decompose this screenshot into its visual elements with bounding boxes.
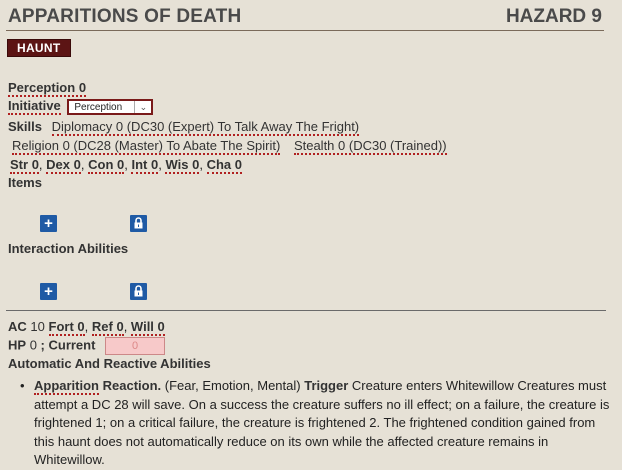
perception-row: Perception 0	[8, 80, 87, 97]
ability-dex-value: 0	[73, 157, 81, 172]
hp-row: HP 0 ; Current 0	[8, 337, 166, 355]
skill-religion[interactable]: Religion 0 (DC28 (Master) To Abate The S…	[12, 138, 281, 155]
ability-scores-row: Str 0, Dex 0, Con 0, Int 0, Wis 0, Cha 0	[10, 157, 242, 174]
ability-cha-label: Cha	[206, 157, 232, 172]
ability-str-label: Str	[10, 157, 29, 172]
perception-label[interactable]: Perception 0	[8, 80, 87, 97]
fort-value: 0	[77, 319, 85, 334]
plus-icon: +	[44, 215, 53, 232]
title-divider	[6, 30, 604, 31]
ability-wis[interactable]: Wis 0	[165, 157, 200, 174]
current-hp-label: ; Current	[40, 337, 96, 353]
ability-con-value: 0	[117, 157, 125, 172]
initiative-select[interactable]: Perception ⌄	[67, 98, 154, 115]
ability-type: Reaction.	[102, 378, 162, 393]
lock-icon	[134, 285, 143, 297]
initiative-label[interactable]: Initiative	[8, 98, 61, 115]
interaction-abilities-heading: Interaction Abilities	[8, 241, 129, 256]
ability-cha-value: 0	[234, 157, 242, 172]
lock-items-button[interactable]	[130, 215, 147, 232]
perception-value: 0	[78, 80, 87, 95]
skills-row-2: Religion 0 (DC28 (Master) To Abate The S…	[12, 138, 447, 155]
ability-str[interactable]: Str 0	[10, 157, 39, 174]
will-label: Will	[130, 319, 154, 334]
lock-interaction-abilities-button[interactable]	[130, 283, 147, 300]
initiative-row: Initiative Perception ⌄	[8, 98, 154, 115]
ability-int-value: 0	[151, 157, 159, 172]
save-will[interactable]: Will 0	[130, 319, 165, 336]
page-title: APPARITIONS OF DEATH	[8, 6, 242, 27]
skill-diplomacy[interactable]: Diplomacy 0 (DC30 (Expert) To Talk Away …	[51, 119, 360, 136]
ability-traits: (Fear, Emotion, Mental)	[164, 378, 301, 393]
chevron-down-icon: ⌄	[134, 100, 151, 113]
ability-str-value: 0	[31, 157, 39, 172]
hp-label: HP	[8, 337, 27, 353]
skills-row: Skills Diplomacy 0 (DC30 (Expert) To Tal…	[8, 119, 360, 136]
ref-label: Ref	[91, 319, 113, 334]
defense-row: AC 10 Fort 0, Ref 0, Will 0	[8, 319, 165, 336]
ability-trigger-label: Trigger	[304, 378, 349, 393]
ability-con-label: Con	[88, 157, 114, 172]
automatic-reactive-abilities-heading: Automatic And Reactive Abilities	[8, 356, 211, 371]
hazard-level: HAZARD 9	[505, 6, 602, 27]
save-ref[interactable]: Ref 0	[91, 319, 124, 336]
hp-value: 0	[29, 337, 37, 353]
save-fort[interactable]: Fort 0	[48, 319, 85, 336]
ac-value: 10	[30, 319, 45, 334]
initiative-select-value: Perception	[74, 101, 123, 113]
ability-wis-value: 0	[192, 157, 200, 172]
skill-stealth[interactable]: Stealth 0 (DC30 (Trained))	[293, 138, 447, 155]
trait-badge-haunt: HAUNT	[7, 39, 71, 57]
items-heading: Items	[8, 175, 42, 190]
plus-icon: +	[44, 283, 53, 300]
ability-int-label: Int	[131, 157, 148, 172]
will-value: 0	[157, 319, 165, 334]
ac-label: AC	[8, 319, 27, 334]
section-divider	[6, 310, 606, 311]
ability-wis-label: Wis	[165, 157, 189, 172]
ability-dex-label: Dex	[46, 157, 71, 172]
ability-dex[interactable]: Dex 0	[46, 157, 81, 174]
fort-label: Fort	[48, 319, 74, 334]
ability-cha[interactable]: Cha 0	[206, 157, 242, 174]
add-item-button[interactable]: +	[40, 215, 57, 232]
ability-int[interactable]: Int 0	[131, 157, 159, 174]
bullet-icon: •	[20, 378, 25, 393]
add-interaction-ability-button[interactable]: +	[40, 283, 57, 300]
perception-label-text: Perception	[8, 80, 76, 95]
ability-name[interactable]: Apparition	[34, 378, 99, 395]
skills-label: Skills	[8, 119, 42, 134]
lock-icon	[134, 217, 143, 229]
current-hp-input[interactable]: 0	[105, 337, 166, 355]
ref-value: 0	[116, 319, 124, 334]
ability-con[interactable]: Con 0	[88, 157, 125, 174]
